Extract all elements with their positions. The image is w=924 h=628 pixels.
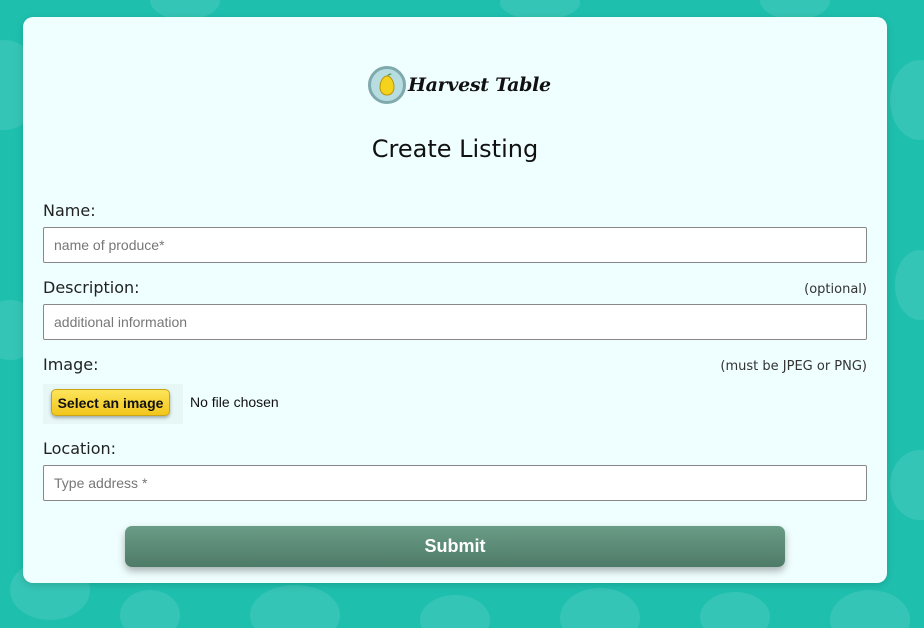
description-hint: (optional)	[804, 282, 867, 297]
submit-button[interactable]: Submit	[125, 526, 785, 567]
name-label-row: Name:	[43, 201, 867, 220]
select-image-button[interactable]: Select an image	[51, 389, 170, 416]
create-listing-card: Harvest Table Create Listing Name: Descr…	[23, 17, 887, 583]
brand-name: Harvest Table	[408, 74, 551, 96]
description-label-row: Description: (optional)	[43, 278, 867, 297]
image-label: Image:	[43, 355, 99, 374]
image-hint: (must be JPEG or PNG)	[720, 359, 867, 374]
name-input[interactable]	[43, 227, 867, 263]
location-input[interactable]	[43, 465, 867, 501]
location-label: Location:	[43, 439, 117, 458]
lemon-icon	[368, 66, 406, 104]
description-input[interactable]	[43, 304, 867, 340]
name-label: Name:	[43, 201, 96, 220]
page-title: Create Listing	[371, 135, 539, 163]
description-label: Description:	[43, 278, 140, 297]
brand-logo: Harvest Table	[368, 65, 551, 105]
file-status: No file chosen	[190, 394, 279, 410]
location-label-row: Location:	[43, 439, 867, 458]
image-label-row: Image: (must be JPEG or PNG)	[43, 355, 867, 374]
